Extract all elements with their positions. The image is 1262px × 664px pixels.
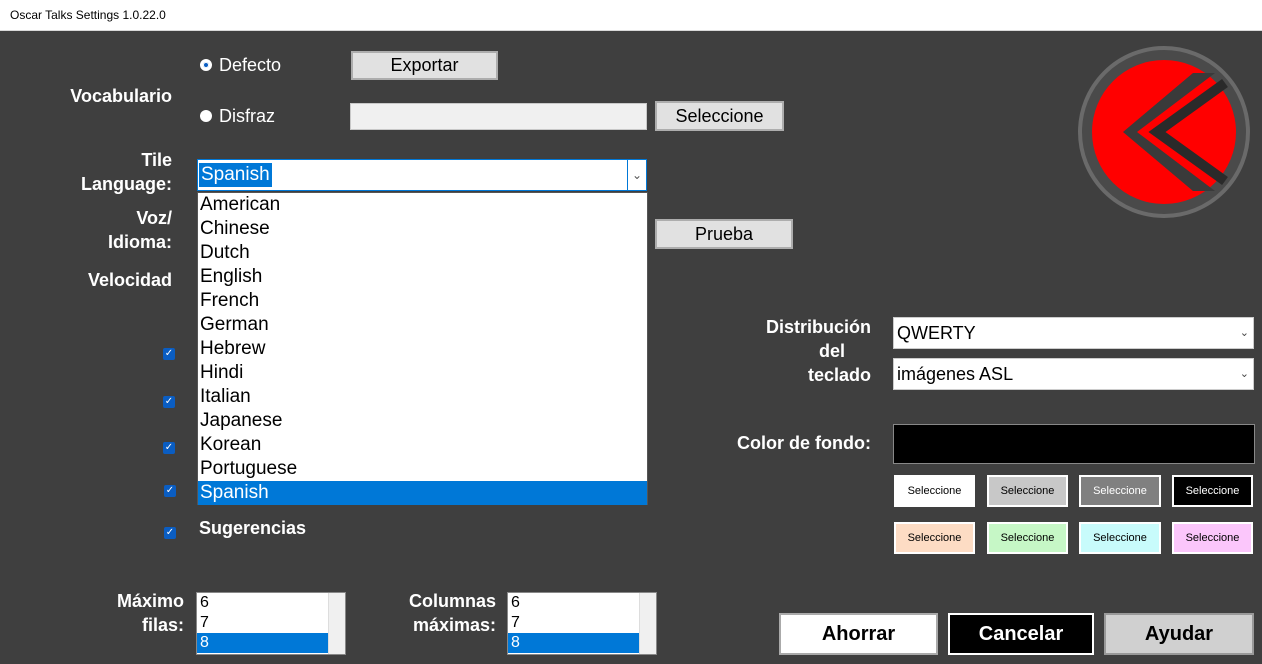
app-logo — [1075, 43, 1253, 221]
list-item[interactable]: 7 — [197, 613, 345, 633]
language-option[interactable]: German — [198, 313, 647, 337]
suggestions-label[interactable]: Sugerencias — [199, 518, 306, 539]
custom-radio-label[interactable]: Disfraz — [219, 106, 275, 127]
swatch-cyan-button[interactable]: Seleccione — [1079, 522, 1161, 554]
keyboard-label-line3: teclado — [807, 365, 871, 385]
voice-label-line1: Voz/ — [136, 208, 172, 228]
voice-label-line2: Idioma: — [107, 232, 172, 252]
test-voice-button[interactable]: Prueba — [655, 219, 793, 249]
max-rows-label: Máximo filas: — [60, 589, 184, 637]
swatch-pink-button[interactable]: Seleccione — [1172, 522, 1253, 554]
save-button[interactable]: Ahorrar — [779, 613, 938, 655]
scrollbar[interactable] — [328, 593, 345, 654]
keyboard-images-select[interactable]: imágenes ASL ⌄ — [893, 358, 1254, 390]
max-cols-label-line2: máximas: — [412, 615, 496, 635]
speed-label: Velocidad — [87, 270, 172, 290]
list-item[interactable]: 6 — [197, 593, 345, 613]
tile-language-label: Tile Language: — [40, 148, 172, 196]
swatch-lightgray-button[interactable]: Seleccione — [987, 475, 1068, 507]
custom-radio[interactable] — [200, 110, 212, 122]
language-option[interactable]: Hebrew — [198, 337, 647, 361]
swatch-green-button[interactable]: Seleccione — [987, 522, 1068, 554]
chevron-down-icon: ⌄ — [1239, 368, 1249, 380]
list-item[interactable]: 7 — [508, 613, 656, 633]
custom-vocab-path-field[interactable] — [350, 103, 647, 130]
swatch-gray-button[interactable]: Seleccione — [1079, 475, 1161, 507]
language-option[interactable]: French — [198, 289, 647, 313]
default-radio-label[interactable]: Defecto — [219, 55, 281, 76]
keyboard-images-value: imágenes ASL — [897, 364, 1014, 384]
keyboard-label-line1: Distribución — [765, 317, 871, 337]
vocabulary-label: Vocabulario — [70, 86, 172, 106]
language-option[interactable]: Italian — [198, 385, 647, 409]
suggestions-checkbox[interactable]: ✓ — [164, 527, 176, 539]
language-option[interactable]: English — [198, 265, 647, 289]
tile-language-combo[interactable]: Spanish ⌄ — [197, 159, 647, 191]
default-radio[interactable] — [200, 59, 212, 71]
max-cols-label: Columnas máximas: — [380, 589, 496, 637]
checkbox-2[interactable]: ✓ — [163, 396, 175, 408]
max-cols-label-line1: Columnas — [408, 591, 496, 611]
max-rows-listbox[interactable]: 6 7 8 — [196, 592, 346, 655]
language-option[interactable]: Portuguese — [198, 457, 647, 481]
language-option[interactable]: American — [198, 193, 647, 217]
max-rows-label-line1: Máximo — [116, 591, 184, 611]
swatch-white-button[interactable]: Seleccione — [894, 475, 975, 507]
background-color-preview — [893, 424, 1255, 464]
export-button[interactable]: Exportar — [351, 51, 498, 80]
list-item-selected[interactable]: 8 — [508, 633, 656, 653]
tile-language-selected: Spanish — [199, 163, 272, 187]
chevron-down-icon[interactable]: ⌄ — [627, 160, 646, 190]
window-title: Oscar Talks Settings 1.0.22.0 — [0, 0, 1262, 31]
max-cols-listbox[interactable]: 6 7 8 — [507, 592, 657, 655]
language-option[interactable]: Japanese — [198, 409, 647, 433]
logo-icon — [1078, 46, 1250, 218]
tile-language-label-line1: Tile — [141, 150, 172, 170]
keyboard-label: Distribución del teclado — [700, 315, 871, 387]
swatch-peach-button[interactable]: Seleccione — [894, 522, 975, 554]
checkbox-1[interactable]: ✓ — [163, 348, 175, 360]
voice-label: Voz/ Idioma: — [40, 206, 172, 254]
background-color-label: Color de fondo: — [737, 433, 871, 453]
help-button[interactable]: Ayudar — [1104, 613, 1254, 655]
tile-language-dropdown[interactable]: American Chinese Dutch English French Ge… — [197, 192, 648, 505]
language-option[interactable]: Hindi — [198, 361, 647, 385]
list-item[interactable]: 6 — [508, 593, 656, 613]
checkbox-3[interactable]: ✓ — [163, 442, 175, 454]
select-vocab-button[interactable]: Seleccione — [655, 101, 784, 131]
cancel-button[interactable]: Cancelar — [948, 613, 1094, 655]
language-option[interactable]: Korean — [198, 433, 647, 457]
tile-language-label-line2: Language: — [80, 174, 172, 194]
keyboard-layout-select[interactable]: QWERTY ⌄ — [893, 317, 1254, 349]
language-option[interactable]: Dutch — [198, 241, 647, 265]
keyboard-label-line2: del — [818, 341, 845, 361]
language-option-selected[interactable]: Spanish — [198, 481, 647, 505]
scrollbar[interactable] — [639, 593, 656, 654]
chevron-down-icon: ⌄ — [1239, 327, 1249, 339]
swatch-black-button[interactable]: Seleccione — [1172, 475, 1253, 507]
checkbox-4[interactable]: ✓ — [164, 485, 176, 497]
max-rows-label-line2: filas: — [141, 615, 184, 635]
language-option[interactable]: Chinese — [198, 217, 647, 241]
list-item-selected[interactable]: 8 — [197, 633, 345, 653]
keyboard-layout-value: QWERTY — [897, 323, 976, 343]
